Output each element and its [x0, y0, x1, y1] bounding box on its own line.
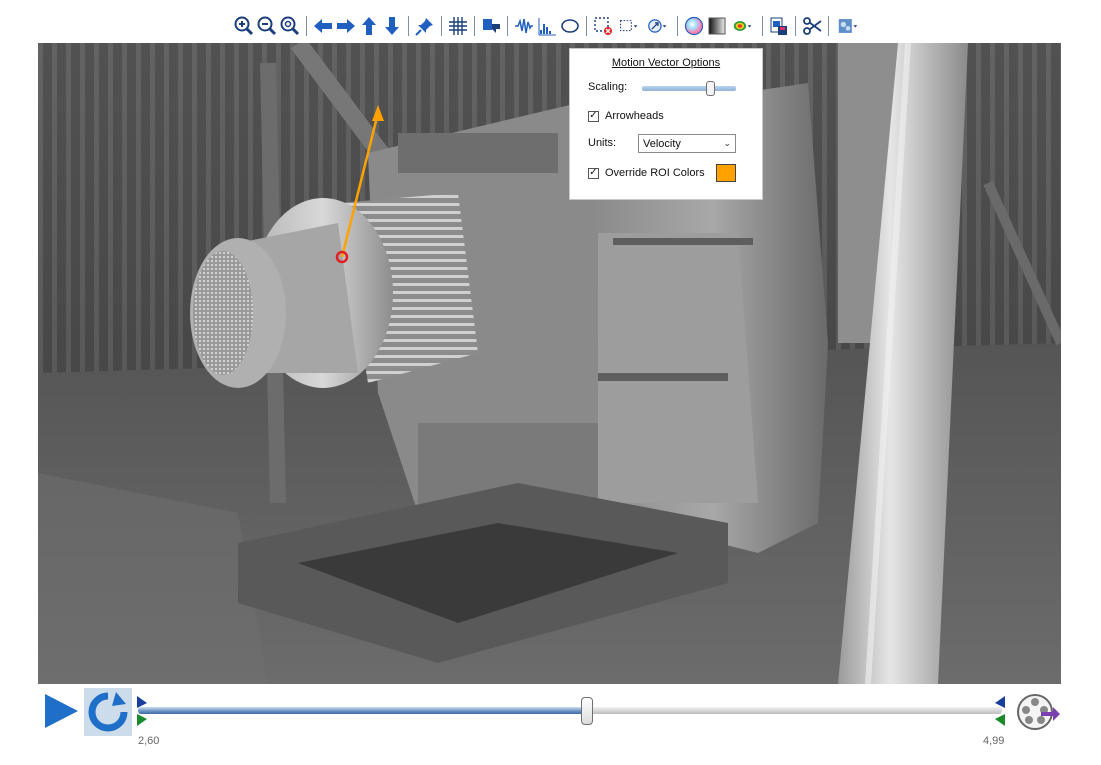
toolbar-separator: [677, 16, 678, 36]
export-video-button[interactable]: [1015, 692, 1061, 732]
timeline-thumb[interactable]: [581, 697, 593, 725]
motion-vector-options-panel: Motion Vector Options Scaling: ✓ Arrowhe…: [569, 48, 763, 200]
histogram-icon[interactable]: [536, 14, 558, 38]
scaling-slider-thumb[interactable]: [705, 81, 715, 96]
toolbar-separator: [306, 16, 307, 36]
popup-title: Motion Vector Options: [611, 57, 721, 69]
loop-icon: [88, 692, 128, 732]
arrowheads-checkbox[interactable]: ✓: [588, 110, 599, 122]
scissors-icon[interactable]: [801, 14, 823, 38]
scaling-slider-track[interactable]: [642, 86, 736, 91]
waveform-icon[interactable]: [513, 14, 535, 38]
rect-roi-delete-icon[interactable]: [592, 14, 614, 38]
timeline-end-label: 4,99: [983, 735, 1005, 747]
pan-left-icon[interactable]: [312, 14, 334, 38]
film-reel-export-icon: [1017, 694, 1060, 730]
toolbar-separator: [795, 16, 796, 36]
override-row[interactable]: ✓ Override ROI Colors: [588, 167, 705, 179]
grid-icon[interactable]: [447, 14, 469, 38]
units-row: Units:: [588, 137, 616, 149]
pan-up-icon[interactable]: [358, 14, 380, 38]
settings-icon[interactable]: [834, 14, 862, 38]
override-roi-colors-label: Override ROI Colors: [605, 167, 705, 179]
color-wheel-icon[interactable]: [683, 14, 705, 38]
heatmap-icon[interactable]: [729, 14, 757, 38]
toolbar-separator: [507, 16, 508, 36]
zoom-out-icon[interactable]: [256, 14, 278, 38]
toolbar-separator: [408, 16, 409, 36]
units-label: Units:: [588, 137, 617, 149]
toolbar-separator: [762, 16, 763, 36]
chevron-down-icon: ⌄: [723, 138, 731, 148]
timeline-start-label: 2,60: [138, 735, 160, 747]
timeline-played-track: [138, 707, 587, 714]
scene-image: [38, 43, 1061, 684]
end-marker-icon[interactable]: [994, 694, 1006, 728]
flip-icon[interactable]: [480, 14, 502, 38]
motion-vector-icon[interactable]: [644, 14, 672, 38]
override-roi-colors-checkbox[interactable]: ✓: [588, 167, 599, 179]
scaling-row: Scaling:: [588, 81, 627, 93]
toolbar-separator: [474, 16, 475, 36]
timeline-remaining-track: [587, 707, 1002, 714]
arrowheads-row[interactable]: ✓ Arrowheads: [588, 110, 664, 122]
play-button[interactable]: [42, 693, 80, 729]
ellipse-roi-icon[interactable]: [559, 14, 581, 38]
pin-icon[interactable]: [414, 14, 436, 38]
arrowheads-label: Arrowheads: [605, 110, 664, 122]
rect-roi-icon[interactable]: [615, 14, 643, 38]
save-icon[interactable]: [768, 14, 790, 38]
video-viewport[interactable]: [38, 43, 1061, 684]
toolbar-separator: [828, 16, 829, 36]
pan-right-icon[interactable]: [335, 14, 357, 38]
units-select[interactable]: Velocity ⌄: [638, 134, 736, 153]
toolbar: [0, 10, 1101, 42]
timeline-slider[interactable]: [137, 694, 1006, 730]
play-icon: [45, 694, 78, 728]
units-selected-value: Velocity: [643, 137, 681, 150]
zoom-fit-icon[interactable]: [279, 14, 301, 38]
toolbar-separator: [586, 16, 587, 36]
grayscale-icon[interactable]: [706, 14, 728, 38]
loop-button[interactable]: [84, 688, 132, 736]
scaling-label: Scaling:: [588, 81, 628, 93]
toolbar-separator: [441, 16, 442, 36]
override-color-swatch[interactable]: [716, 164, 736, 182]
zoom-in-icon[interactable]: [233, 14, 255, 38]
pan-down-icon[interactable]: [381, 14, 403, 38]
